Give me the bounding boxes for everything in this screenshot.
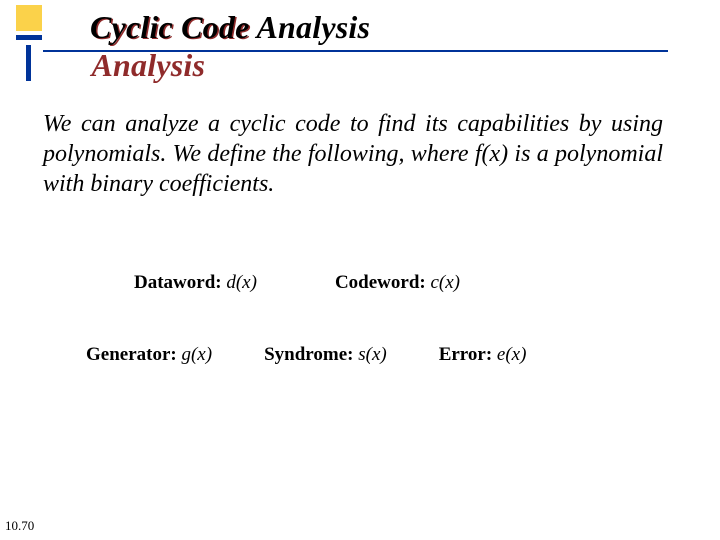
definitions-row-1: Dataword: d(x) Codeword: c(x) xyxy=(134,272,616,294)
slide-title: Cyclic Code Analysis Cyclic Code Analysi… xyxy=(90,9,370,46)
def-codeword-symbol: c(x) xyxy=(430,272,460,293)
def-generator-symbol: g(x) xyxy=(181,344,212,365)
bullet-decoration xyxy=(16,5,42,53)
body-paragraph: We can analyze a cyclic code to find its… xyxy=(43,110,663,199)
def-syndrome-symbol: s(x) xyxy=(358,344,386,365)
page-number: 10.70 xyxy=(5,518,34,534)
definitions-block: Dataword: d(x) Codeword: c(x) Generator:… xyxy=(96,272,616,366)
slide: Cyclic Code Analysis Cyclic Code Analysi… xyxy=(0,0,720,540)
blue-bar-horizontal-icon xyxy=(16,35,42,40)
definitions-row-2: Generator: g(x) Syndrome: s(x) Error: e(… xyxy=(86,344,616,366)
def-dataword-symbol: d(x) xyxy=(226,272,257,293)
def-error-symbol: e(x) xyxy=(497,344,527,365)
def-generator: Generator: g(x) xyxy=(86,344,212,366)
title-text: Cyclic Code Analysis xyxy=(90,9,370,46)
def-generator-label: Generator: xyxy=(86,344,177,365)
def-dataword: Dataword: d(x) xyxy=(134,272,257,294)
def-error-label: Error: xyxy=(439,344,492,365)
def-codeword-label: Codeword: xyxy=(335,272,426,293)
def-dataword-label: Dataword: xyxy=(134,272,222,293)
def-syndrome: Syndrome: s(x) xyxy=(264,344,387,366)
def-error: Error: e(x) xyxy=(439,344,527,366)
yellow-square-icon xyxy=(16,5,42,31)
def-syndrome-label: Syndrome: xyxy=(264,344,353,365)
blue-bar-vertical-icon xyxy=(26,45,31,81)
def-codeword: Codeword: c(x) xyxy=(335,272,460,294)
